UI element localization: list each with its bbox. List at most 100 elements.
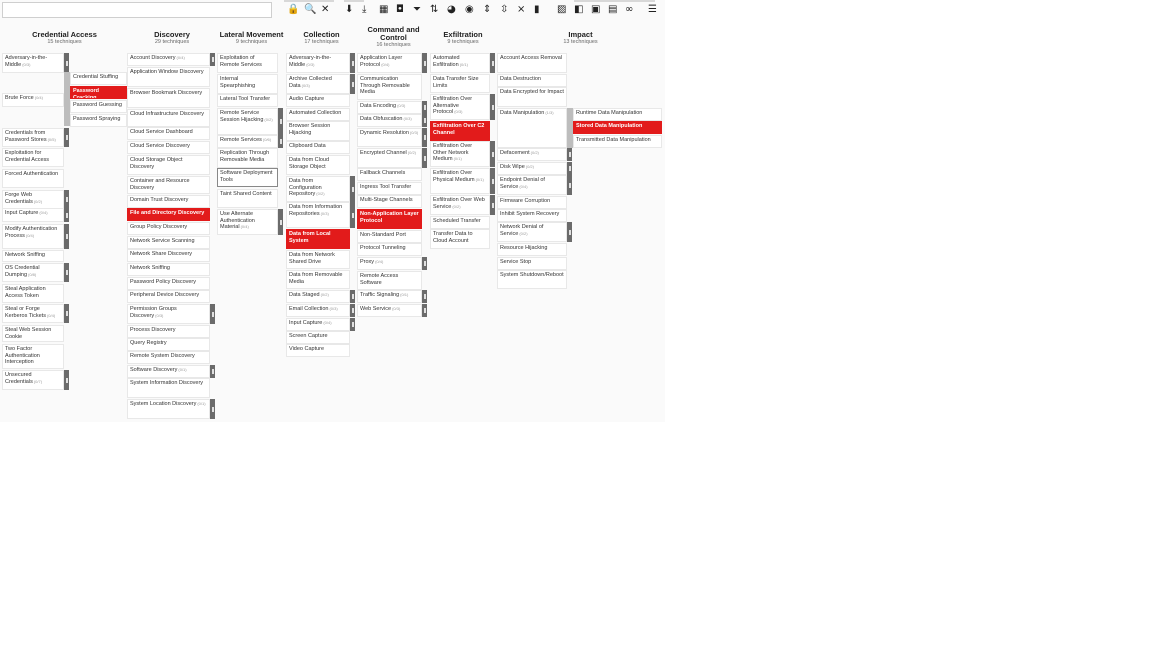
expand-subtechniques-handle[interactable]: [64, 190, 69, 209]
technique-cell[interactable]: Steal Application Access Token: [2, 284, 64, 303]
expand-subtechniques-handle[interactable]: [64, 208, 69, 222]
expand-subtechniques-handle[interactable]: [350, 74, 355, 94]
expand-subtechniques-handle[interactable]: [278, 209, 283, 235]
technique-cell[interactable]: Container and Resource Discovery: [127, 176, 210, 194]
expand-subtechniques-handle[interactable]: [278, 135, 283, 148]
technique-cell[interactable]: Disk Wipe(0/2): [497, 162, 567, 175]
expand-subtechniques-handle[interactable]: [422, 53, 427, 73]
technique-cell[interactable]: Password Guessing: [70, 100, 127, 113]
expand-subtechniques-handle[interactable]: [422, 128, 427, 147]
collapse-icon[interactable]: ⇳: [500, 5, 508, 15]
technique-cell[interactable]: Group Policy Discovery: [127, 222, 210, 235]
technique-cell[interactable]: Adversary-in-the-Middle(0/3): [286, 53, 350, 73]
technique-cell[interactable]: Clipboard Data: [286, 141, 350, 154]
technique-cell[interactable]: Exfiltration Over Alternative Protocol(0…: [430, 94, 490, 120]
expand-subtechniques-handle[interactable]: [64, 370, 69, 390]
technique-cell[interactable]: Runtime Data Manipulation: [573, 108, 662, 121]
expand-subtechniques-handle[interactable]: [64, 53, 69, 73]
tactic-header-credential-access[interactable]: Credential Access 15 techniques: [2, 31, 127, 46]
expand-subtechniques-handle[interactable]: [64, 263, 69, 282]
technique-cell[interactable]: System Information Discovery: [127, 378, 210, 398]
technique-cell[interactable]: Cloud Service Dashboard: [127, 127, 210, 140]
technique-cell[interactable]: Browser Session Hijacking: [286, 121, 350, 141]
technique-cell[interactable]: Multi-Stage Channels: [357, 195, 422, 208]
tactic-header-collection[interactable]: Collection 17 techniques: [286, 31, 357, 46]
technique-cell[interactable]: Software Deployment Tools: [217, 168, 278, 187]
technique-cell[interactable]: Stored Data Manipulation: [573, 121, 662, 134]
tactic-header-exfiltration[interactable]: Exfiltration 9 techniques: [430, 31, 496, 46]
expand-subtechniques-handle[interactable]: [422, 257, 427, 270]
expand-subtechniques-handle[interactable]: [210, 399, 215, 419]
technique-cell[interactable]: Data from Local System: [286, 229, 350, 249]
technique-cell[interactable]: Email Collection(0/3): [286, 304, 350, 317]
technique-cell[interactable]: Forced Authentication: [2, 169, 64, 188]
technique-cell[interactable]: Proxy(0/4): [357, 257, 422, 270]
technique-cell[interactable]: Exfiltration Over Web Service(0/2): [430, 195, 490, 215]
technique-cell[interactable]: File and Directory Discovery: [127, 208, 210, 221]
technique-cell[interactable]: Data from Information Repositories(0/3): [286, 202, 350, 228]
technique-cell[interactable]: Non-Standard Port: [357, 230, 422, 243]
technique-cell[interactable]: Cloud Infrastructure Discovery: [127, 109, 210, 127]
technique-cell[interactable]: Service Stop: [497, 257, 567, 270]
link-icon[interactable]: ∞: [625, 5, 633, 15]
technique-cell[interactable]: Data from Configuration Repository(0/2): [286, 176, 350, 202]
technique-cell[interactable]: Data from Removable Media: [286, 270, 350, 289]
technique-cell[interactable]: Encrypted Channel(0/2): [357, 148, 422, 168]
technique-cell[interactable]: Data Manipulation(1/3): [497, 108, 567, 148]
palette-icon[interactable]: ◕: [447, 5, 456, 15]
comment-icon[interactable]: ▤: [608, 5, 617, 15]
technique-cell[interactable]: Network Sniffing: [2, 250, 64, 262]
technique-cell[interactable]: Brute Force(0/4): [2, 93, 64, 107]
technique-cell[interactable]: Remote Service Session Hijacking(0/2): [217, 108, 278, 135]
expand-subtechniques-handle[interactable]: [490, 195, 495, 215]
expand-subtechniques-handle[interactable]: [350, 304, 355, 317]
filter-icon[interactable]: ⏷: [413, 5, 421, 15]
technique-cell[interactable]: OS Credential Dumping(0/8): [2, 263, 64, 282]
technique-cell[interactable]: Inhibit System Recovery: [497, 209, 567, 222]
grid-icon[interactable]: ▦: [379, 5, 388, 15]
technique-cell[interactable]: Transfer Data to Cloud Account: [430, 229, 490, 249]
expand-subtechniques-handle[interactable]: [278, 108, 283, 135]
technique-cell[interactable]: Exploitation of Remote Services: [217, 53, 278, 73]
technique-cell[interactable]: Archive Collected Data(0/3): [286, 74, 350, 94]
technique-cell[interactable]: Remote Access Software: [357, 271, 422, 290]
technique-cell[interactable]: Browser Bookmark Discovery: [127, 88, 210, 108]
technique-cell[interactable]: Input Capture(0/4): [286, 318, 350, 331]
technique-cell[interactable]: Audio Capture: [286, 94, 350, 107]
score-icon[interactable]: ▣: [591, 5, 600, 15]
technique-cell[interactable]: Two Factor Authentication Interception: [2, 344, 64, 369]
layer-search-field[interactable]: [2, 2, 272, 18]
technique-cell[interactable]: Video Capture: [286, 344, 350, 357]
technique-cell[interactable]: Account Access Removal: [497, 53, 567, 73]
technique-cell[interactable]: Use Alternate Authentication Material(0/…: [217, 209, 278, 235]
expand-subtechniques-handle[interactable]: [422, 148, 427, 168]
technique-cell[interactable]: Screen Capture: [286, 331, 350, 344]
technique-cell[interactable]: Cloud Service Discovery: [127, 141, 210, 154]
technique-cell[interactable]: Input Capture(0/4): [2, 208, 64, 222]
technique-cell[interactable]: Data Transfer Size Limits: [430, 74, 490, 93]
download-icon[interactable]: ⬇: [345, 5, 353, 15]
technique-cell[interactable]: Steal Web Session Cookie: [2, 325, 64, 342]
sort-icon[interactable]: ⇅: [430, 5, 438, 15]
technique-cell[interactable]: Data Encoding(0/3): [357, 101, 422, 114]
expand-subtechniques-handle[interactable]: [422, 101, 427, 114]
technique-cell[interactable]: Network Denial of Service(0/2): [497, 222, 567, 242]
expand-subtechniques-handle[interactable]: [422, 290, 427, 303]
expand-subtechniques-handle[interactable]: [210, 304, 215, 324]
technique-cell[interactable]: Process Discovery: [127, 325, 210, 338]
lock-icon[interactable]: 🔒: [287, 5, 299, 15]
technique-cell[interactable]: Data from Network Shared Drive: [286, 250, 350, 269]
technique-cell[interactable]: Peripheral Device Discovery: [127, 290, 210, 303]
expand-subtechniques-handle[interactable]: [567, 162, 572, 175]
technique-cell[interactable]: Transmitted Data Manipulation: [573, 135, 662, 148]
technique-cell[interactable]: Network Share Discovery: [127, 249, 210, 262]
expand-subtechniques-handle[interactable]: [567, 148, 572, 161]
expand-subtechniques-handle[interactable]: [64, 304, 69, 323]
technique-cell[interactable]: Application Layer Protocol(0/4): [357, 53, 422, 73]
technique-cell[interactable]: Scheduled Transfer: [430, 216, 490, 229]
technique-cell[interactable]: Replication Through Removable Media: [217, 148, 278, 168]
technique-cell[interactable]: Exfiltration Over Physical Medium(0/1): [430, 168, 490, 194]
technique-cell[interactable]: Query Registry: [127, 338, 210, 351]
expand-subtechniques-handle[interactable]: [422, 114, 427, 127]
technique-cell[interactable]: Exfiltration Over C2 Channel: [430, 121, 490, 141]
